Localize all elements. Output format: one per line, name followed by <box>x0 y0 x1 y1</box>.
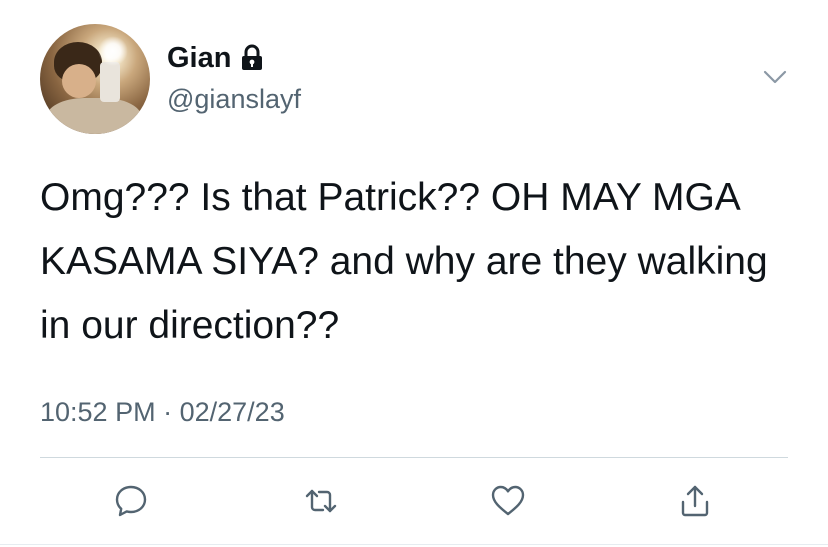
author-display-name[interactable]: Gian <box>167 40 231 76</box>
tweet-text: Omg??? Is that Patrick?? OH MAY MGA KASA… <box>40 176 768 347</box>
like-button[interactable] <box>485 480 531 526</box>
avatar-body-shape <box>46 98 142 134</box>
avatar-face-shape <box>62 64 96 98</box>
avatar[interactable] <box>40 24 150 134</box>
avatar-phone-shape <box>100 62 120 102</box>
bottom-divider <box>0 544 828 545</box>
heart-icon <box>489 482 527 525</box>
tweet-time[interactable]: 10:52 PM <box>40 397 156 427</box>
author-handle[interactable]: @gianslayf <box>167 82 301 116</box>
action-bar <box>0 480 828 526</box>
retweet-button[interactable] <box>298 480 344 526</box>
divider <box>40 457 788 458</box>
avatar-flash-shape <box>98 36 128 66</box>
tweet-timestamp[interactable]: 10:52 PM · 02/27/23 <box>40 394 285 430</box>
author-name-row[interactable]: Gian <box>167 40 265 76</box>
retweet-icon <box>301 482 341 525</box>
reply-icon <box>112 482 150 525</box>
share-button[interactable] <box>672 480 718 526</box>
reply-button[interactable] <box>108 480 154 526</box>
share-icon <box>676 482 714 525</box>
chevron-down-icon[interactable] <box>760 62 790 92</box>
tweet-card: Gian @gianslayf Omg??? Is that Patrick??… <box>0 0 828 547</box>
tweet-date[interactable]: 02/27/23 <box>180 397 285 427</box>
lock-icon <box>239 44 265 72</box>
timestamp-separator: · <box>163 397 173 427</box>
